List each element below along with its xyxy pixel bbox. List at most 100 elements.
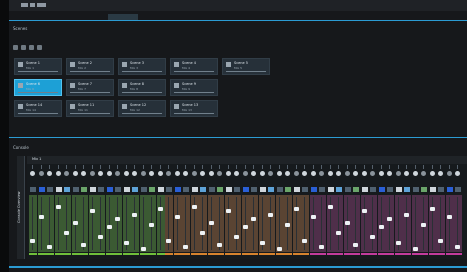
pan-knob[interactable] [81, 171, 86, 176]
pan-knob[interactable] [353, 171, 358, 176]
fader-track[interactable] [71, 195, 80, 252]
fader-cap[interactable] [378, 225, 384, 229]
pan-knob[interactable] [327, 171, 333, 176]
scene-card[interactable]: Scene 9 Mix 9 [170, 79, 218, 96]
pan-knob[interactable] [106, 171, 112, 176]
fader-cap[interactable] [98, 235, 103, 239]
fader-cap[interactable] [81, 243, 86, 247]
pan-knob[interactable] [30, 171, 35, 176]
fader-track[interactable] [216, 195, 224, 252]
channel-button[interactable] [47, 187, 53, 192]
pan-knob[interactable] [208, 171, 214, 176]
pan-knob[interactable] [276, 171, 282, 176]
fader-track[interactable] [386, 195, 394, 252]
fader-track[interactable] [335, 195, 343, 252]
pan-knob[interactable] [38, 171, 44, 176]
pan-knob[interactable] [251, 171, 256, 176]
fader-track[interactable] [190, 195, 199, 252]
fader-track[interactable] [394, 195, 403, 252]
channel-button[interactable] [191, 187, 198, 192]
fader-cap[interactable] [446, 215, 452, 219]
channel-button[interactable] [319, 187, 325, 192]
delete-icon[interactable] [29, 45, 34, 50]
channel-button[interactable] [438, 187, 444, 192]
channel-button[interactable] [242, 187, 249, 192]
pan-knob[interactable] [395, 171, 401, 176]
fader-track[interactable] [156, 195, 165, 252]
fader-track[interactable] [105, 195, 114, 252]
pan-knob[interactable] [429, 171, 435, 176]
pan-knob[interactable] [344, 171, 350, 176]
pan-knob[interactable] [166, 171, 171, 176]
channel-button[interactable] [353, 187, 359, 192]
pan-knob[interactable] [157, 171, 163, 176]
channel-button[interactable] [276, 187, 283, 192]
scene-card[interactable]: Scene 2 Mix 2 [66, 58, 114, 75]
pan-knob[interactable] [64, 171, 69, 176]
fader-track[interactable] [360, 195, 369, 252]
pan-knob[interactable] [310, 171, 316, 176]
scene-card[interactable]: Scene 12 Mix 12 [118, 100, 166, 117]
fader-track[interactable] [437, 195, 445, 252]
pan-knob[interactable] [302, 171, 307, 176]
fader-cap[interactable] [191, 205, 197, 209]
fader-cap[interactable] [421, 223, 426, 227]
channel-button[interactable] [421, 187, 427, 192]
fader-track[interactable] [114, 195, 122, 252]
fader-track[interactable] [454, 195, 462, 252]
channel-button[interactable] [157, 187, 164, 192]
fader-track[interactable] [224, 195, 233, 252]
channel-button[interactable] [446, 187, 453, 192]
pan-knob[interactable] [336, 171, 341, 176]
channel-button[interactable] [149, 187, 155, 192]
fader-track[interactable] [445, 195, 454, 252]
fader-cap[interactable] [225, 209, 231, 213]
channel-button[interactable] [268, 187, 274, 192]
pan-knob[interactable] [115, 171, 120, 176]
fader-track[interactable] [267, 195, 275, 252]
fader-track[interactable] [275, 195, 284, 252]
scene-card[interactable]: Scene 13 Mix 13 [170, 100, 218, 117]
fader-cap[interactable] [412, 247, 418, 251]
pan-knob[interactable] [191, 171, 197, 176]
fader-cap[interactable] [234, 235, 239, 239]
settings-icon[interactable] [37, 45, 42, 50]
scene-card[interactable]: Scene 6 Mix 6 [14, 79, 62, 96]
pan-knob[interactable] [361, 171, 367, 176]
add-icon[interactable] [13, 45, 18, 50]
pan-knob[interactable] [234, 171, 239, 176]
scene-card[interactable]: Scene 5 Mix 5 [222, 58, 270, 75]
channel-button[interactable] [285, 187, 291, 192]
fader-track[interactable] [343, 195, 352, 252]
pan-knob[interactable] [268, 171, 273, 176]
pan-knob[interactable] [98, 171, 103, 176]
pan-knob[interactable] [132, 171, 137, 176]
scene-card[interactable]: Scene 14 Mix 14 [14, 100, 62, 117]
pan-knob[interactable] [183, 171, 188, 176]
channel-button[interactable] [429, 187, 436, 192]
channel-button[interactable] [404, 187, 410, 192]
pan-knob[interactable] [89, 171, 95, 176]
pan-knob[interactable] [259, 171, 265, 176]
fader-cap[interactable] [336, 231, 341, 235]
fader-cap[interactable] [200, 231, 205, 235]
channel-button[interactable] [106, 187, 113, 192]
channel-button[interactable] [98, 187, 104, 192]
channel-button[interactable] [115, 187, 121, 192]
pan-knob[interactable] [404, 171, 409, 176]
channel-button[interactable] [234, 187, 240, 192]
fader-cap[interactable] [208, 221, 214, 225]
fader-cap[interactable] [38, 215, 44, 219]
fader-cap[interactable] [251, 217, 256, 221]
fader-track[interactable] [148, 195, 156, 252]
channel-button[interactable] [208, 187, 215, 192]
channel-button[interactable] [200, 187, 206, 192]
pan-knob[interactable] [412, 171, 418, 176]
channel-button[interactable] [378, 187, 385, 192]
channel-button[interactable] [38, 187, 45, 192]
pan-knob[interactable] [387, 171, 392, 176]
fader-cap[interactable] [327, 205, 333, 209]
pan-knob[interactable] [370, 171, 375, 176]
fader-cap[interactable] [157, 207, 163, 211]
scene-card[interactable]: Scene 1 Mix 1 [14, 58, 62, 75]
